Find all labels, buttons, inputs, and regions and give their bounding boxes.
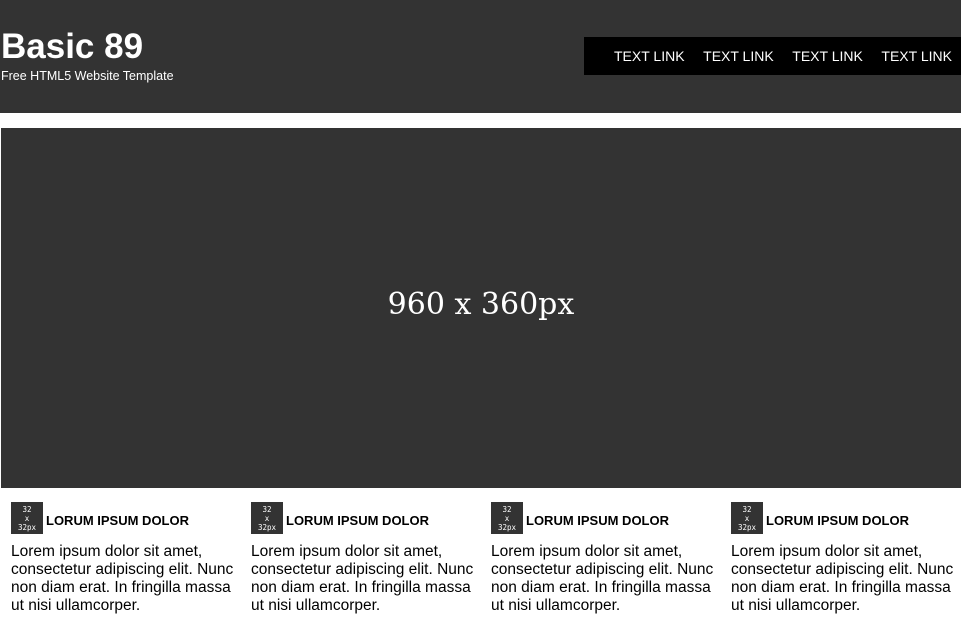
thumb-text-line: 32 bbox=[742, 504, 752, 514]
feature-header: 32 x 32px LORUM IPSUM DOLOR bbox=[731, 502, 961, 534]
thumb-text-line: 32px bbox=[257, 522, 277, 532]
feature-column-2: 32 x 32px LORUM IPSUM DOLOR Lorem ipsum … bbox=[251, 502, 481, 615]
site-tagline: Free HTML5 Website Template bbox=[1, 69, 174, 83]
thumb-text-line: x bbox=[744, 513, 750, 523]
feature-body: Lorem ipsum dolor sit amet, consectetur … bbox=[251, 543, 474, 614]
nav-link-1[interactable]: TEXT LINK bbox=[614, 48, 685, 64]
features-row: 32 x 32px LORUM IPSUM DOLOR Lorem ipsum … bbox=[0, 488, 961, 622]
thumb-text-line: 32px bbox=[497, 522, 517, 532]
hero-placeholder-text: 960 x 360px bbox=[387, 287, 575, 322]
main-nav: TEXT LINK TEXT LINK TEXT LINK TEXT LINK bbox=[584, 37, 961, 75]
thumb-text-line: 32px bbox=[737, 522, 757, 532]
feature-body: Lorem ipsum dolor sit amet, consectetur … bbox=[11, 543, 234, 614]
site-header: Basic 89 Free HTML5 Website Template TEX… bbox=[0, 0, 961, 113]
feature-title: LORUM IPSUM DOLOR bbox=[526, 512, 669, 528]
feature-body: Lorem ipsum dolor sit amet, consectetur … bbox=[491, 543, 714, 614]
feature-body: Lorem ipsum dolor sit amet, consectetur … bbox=[731, 543, 954, 614]
feature-thumbnail-placeholder: 32 x 32px bbox=[731, 502, 763, 534]
feature-header: 32 x 32px LORUM IPSUM DOLOR bbox=[491, 502, 721, 534]
nav-link-4[interactable]: TEXT LINK bbox=[881, 48, 952, 64]
feature-title: LORUM IPSUM DOLOR bbox=[766, 512, 909, 528]
thumb-text-line: 32 bbox=[22, 504, 32, 514]
nav-link-2[interactable]: TEXT LINK bbox=[703, 48, 774, 64]
feature-thumbnail-placeholder: 32 x 32px bbox=[11, 502, 43, 534]
thumb-text-line: 32px bbox=[17, 522, 37, 532]
feature-title: LORUM IPSUM DOLOR bbox=[286, 512, 429, 528]
thumb-text-line: 32 bbox=[262, 504, 272, 514]
feature-column-1: 32 x 32px LORUM IPSUM DOLOR Lorem ipsum … bbox=[11, 502, 241, 615]
thumb-text-line: x bbox=[24, 513, 30, 523]
feature-thumbnail-placeholder: 32 x 32px bbox=[251, 502, 283, 534]
feature-thumbnail-placeholder: 32 x 32px bbox=[491, 502, 523, 534]
thumb-text-line: x bbox=[504, 513, 510, 523]
feature-header: 32 x 32px LORUM IPSUM DOLOR bbox=[11, 502, 241, 534]
hero-image-placeholder: 960 x 360px bbox=[1, 128, 961, 488]
thumb-text-line: 32 bbox=[502, 504, 512, 514]
nav-link-3[interactable]: TEXT LINK bbox=[792, 48, 863, 64]
feature-column-4: 32 x 32px LORUM IPSUM DOLOR Lorem ipsum … bbox=[731, 502, 961, 615]
feature-column-3: 32 x 32px LORUM IPSUM DOLOR Lorem ipsum … bbox=[491, 502, 721, 615]
thumb-text-line: x bbox=[264, 513, 270, 523]
site-title[interactable]: Basic 89 bbox=[1, 28, 143, 66]
feature-title: LORUM IPSUM DOLOR bbox=[46, 512, 189, 528]
feature-header: 32 x 32px LORUM IPSUM DOLOR bbox=[251, 502, 481, 534]
